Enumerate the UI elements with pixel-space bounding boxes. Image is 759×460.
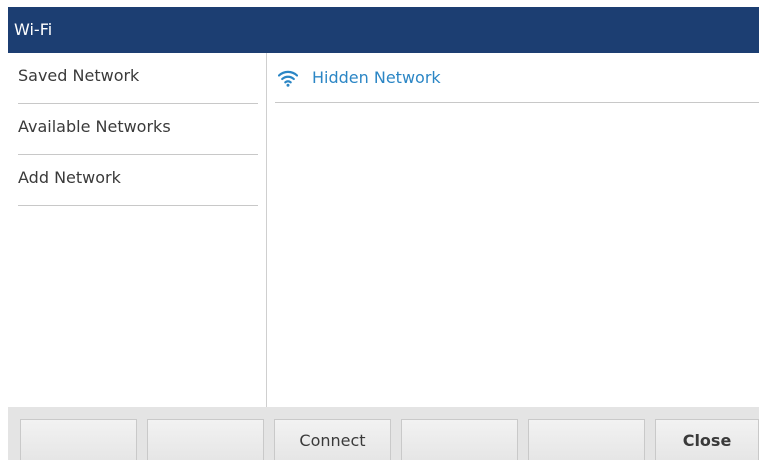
network-list: Hidden Network — [275, 53, 759, 407]
sidebar-item-add-network[interactable]: Add Network — [18, 155, 258, 206]
sidebar-item-available-networks[interactable]: Available Networks — [18, 104, 258, 155]
sidebar-item-label: Saved Network — [18, 66, 140, 85]
softkey-4[interactable] — [401, 419, 518, 460]
connect-button[interactable]: Connect — [274, 419, 391, 460]
sidebar: Saved Network Available Networks Add Net… — [0, 53, 267, 407]
softkey-5[interactable] — [528, 419, 645, 460]
network-list-item[interactable]: Hidden Network — [275, 53, 759, 103]
title-bar: Wi-Fi — [8, 7, 759, 53]
softkey-bar: Connect Close — [8, 407, 759, 460]
network-name: Hidden Network — [312, 68, 441, 87]
wifi-icon — [278, 70, 298, 87]
close-button[interactable]: Close — [655, 419, 759, 460]
window-title: Wi-Fi — [14, 20, 53, 39]
softkey-1[interactable] — [20, 419, 137, 460]
sidebar-item-saved-network[interactable]: Saved Network — [18, 53, 258, 104]
softkey-2[interactable] — [147, 419, 264, 460]
sidebar-item-label: Add Network — [18, 168, 121, 187]
sidebar-item-label: Available Networks — [18, 117, 171, 136]
